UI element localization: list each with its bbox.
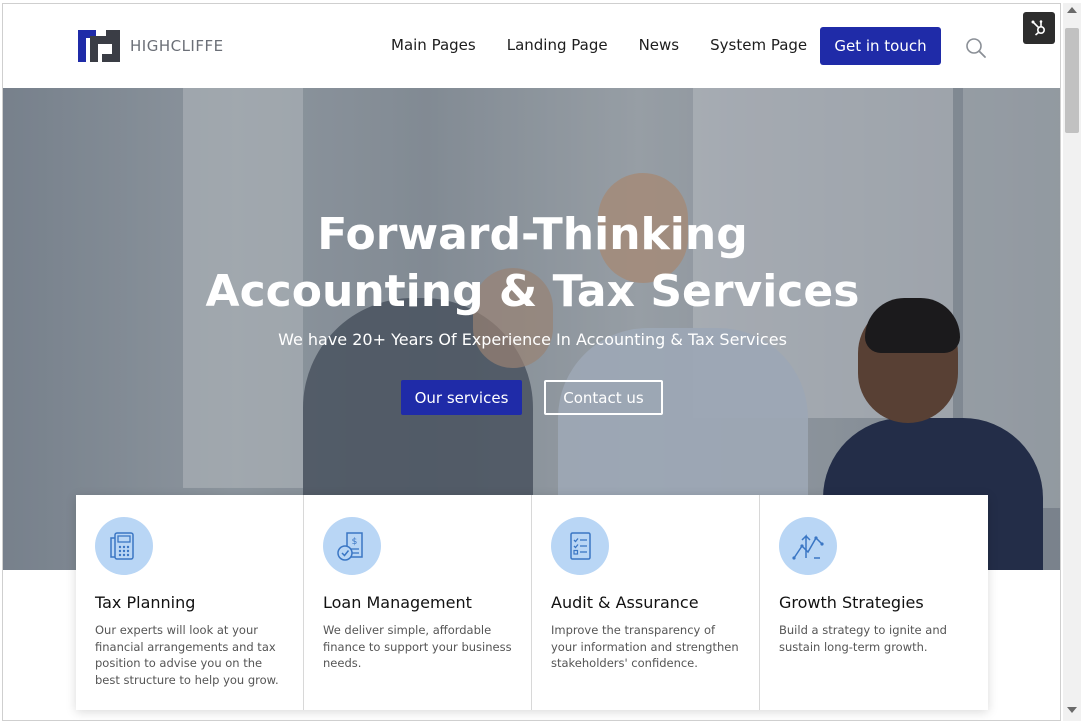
page-scrollbar[interactable] xyxy=(1063,3,1081,721)
our-services-button[interactable]: Our services xyxy=(401,380,522,415)
contact-us-button[interactable]: Contact us xyxy=(544,380,663,415)
hubspot-sprocket-icon xyxy=(1031,20,1046,36)
main-nav: Main Pages Landing Page News System Page xyxy=(391,36,807,54)
hubspot-icon[interactable] xyxy=(1023,12,1055,44)
loan-document-icon: $ xyxy=(323,517,381,575)
browser-viewport: HIGHCLIFFE Main Pages Landing Page News … xyxy=(2,3,1061,721)
scroll-down-arrow-icon[interactable] xyxy=(1067,707,1077,713)
calculator-phone-icon xyxy=(95,517,153,575)
services-cards: Tax Planning Our experts will look at yo… xyxy=(76,495,988,710)
service-card-audit-assurance[interactable]: Audit & Assurance Improve the transparen… xyxy=(532,495,760,710)
site-header: HIGHCLIFFE Main Pages Landing Page News … xyxy=(3,4,1060,88)
hero-title-line-2: Accounting & Tax Services xyxy=(205,266,860,317)
service-title: Growth Strategies xyxy=(779,593,924,612)
service-description: Our experts will look at your financial … xyxy=(95,623,279,687)
nav-item-news[interactable]: News xyxy=(639,36,680,54)
nav-item-main-pages[interactable]: Main Pages xyxy=(391,36,476,54)
logo[interactable]: HIGHCLIFFE xyxy=(76,28,224,64)
search-icon[interactable] xyxy=(965,37,987,59)
hero-title: Forward-Thinking Accounting & Tax Servic… xyxy=(3,206,1060,320)
service-title: Tax Planning xyxy=(95,593,196,612)
svg-text:$: $ xyxy=(352,537,358,547)
service-card-loan-management[interactable]: $ Loan Management We deliver simple, aff… xyxy=(304,495,532,710)
scroll-up-arrow-icon[interactable] xyxy=(1067,7,1077,13)
logo-mark-icon xyxy=(78,30,120,62)
service-title: Audit & Assurance xyxy=(551,593,699,612)
hero-subtitle: We have 20+ Years Of Experience In Accou… xyxy=(278,330,787,349)
service-card-tax-planning[interactable]: Tax Planning Our experts will look at yo… xyxy=(76,495,304,710)
service-title: Loan Management xyxy=(323,593,472,612)
get-in-touch-button[interactable]: Get in touch xyxy=(820,27,941,65)
logo-text: HIGHCLIFFE xyxy=(130,37,224,55)
service-description: We deliver simple, affordable finance to… xyxy=(323,623,512,670)
growth-chart-icon xyxy=(779,517,837,575)
nav-item-system-page[interactable]: System Page xyxy=(710,36,807,54)
service-description: Build a strategy to ignite and sustain l… xyxy=(779,623,947,654)
nav-item-landing-page[interactable]: Landing Page xyxy=(507,36,608,54)
hero-title-line-1: Forward-Thinking xyxy=(317,209,748,260)
scroll-thumb[interactable] xyxy=(1065,28,1079,133)
service-card-growth-strategies[interactable]: Growth Strategies Build a strategy to ig… xyxy=(760,495,988,710)
checklist-icon xyxy=(551,517,609,575)
service-description: Improve the transparency of your informa… xyxy=(551,623,739,670)
